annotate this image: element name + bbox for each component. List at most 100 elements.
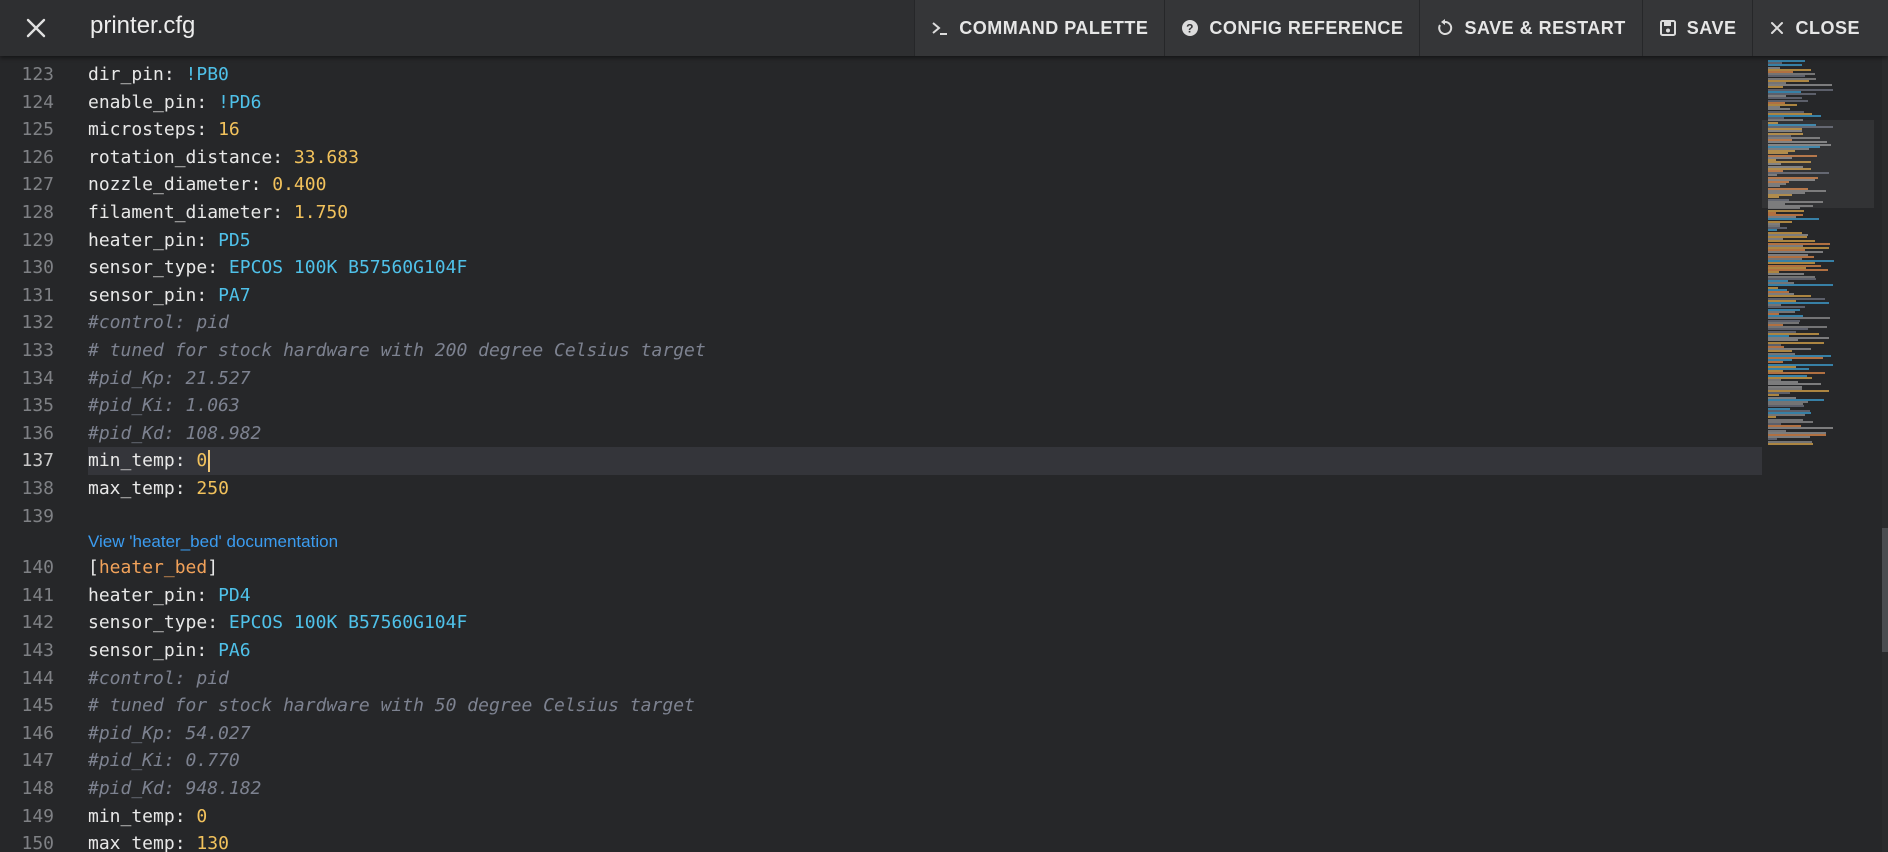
colon: :: [272, 146, 294, 168]
config-key: max_temp: [88, 478, 175, 499]
config-value: PD4: [218, 584, 251, 606]
code-line[interactable]: 146 #pid_Kp: 54.027: [0, 720, 1762, 748]
line-content: max_temp: 250: [88, 475, 1762, 503]
line-content: max_temp: 130: [88, 830, 1762, 852]
line-number: 137: [21, 450, 54, 472]
line-number: 146: [21, 722, 54, 744]
command-palette-label: COMMAND PALETTE: [959, 17, 1149, 38]
config-value: PA7: [218, 284, 251, 306]
config-reference-button[interactable]: ? CONFIG REFERENCE: [1164, 0, 1419, 56]
line-number: 139: [21, 505, 54, 527]
line-number: 141: [21, 584, 54, 606]
code-line[interactable]: 141 heater_pin: PD4: [0, 582, 1762, 610]
colon: :: [174, 478, 197, 499]
colon: :: [196, 640, 219, 661]
line-content: # tuned for stock hardware with 200 degr…: [88, 337, 1762, 365]
code-line[interactable]: 147 #pid_Ki: 0.770: [0, 747, 1762, 775]
line-content: #pid_Kp: 54.027: [88, 720, 1762, 748]
code-line[interactable]: 124 enable_pin: !PD6: [0, 89, 1762, 117]
code-line[interactable]: 135 #pid_Ki: 1.063: [0, 392, 1762, 420]
code-line[interactable]: 133 # tuned for stock hardware with 200 d…: [0, 337, 1762, 365]
line-content: sensor_type: EPCOS 100K B57560G104F: [88, 609, 1762, 637]
code-line[interactable]: 148 #pid_Kd: 948.182: [0, 775, 1762, 803]
minimap-viewport[interactable]: [1762, 120, 1874, 208]
save-label: SAVE: [1686, 17, 1737, 38]
config-key: microsteps: [88, 119, 197, 141]
colon: :: [207, 612, 229, 634]
line-number: 124: [21, 91, 54, 113]
code-line[interactable]: 139: [0, 503, 1762, 531]
comment-text: # tuned for stock hardware with 200 degr…: [88, 340, 706, 361]
code-line[interactable]: 144 #control: pid: [0, 665, 1762, 693]
comment-text: #pid_Kp: 21.527: [88, 367, 251, 389]
config-value: 130: [196, 833, 229, 852]
code-line[interactable]: 126 rotation_distance: 33.683: [0, 144, 1762, 172]
colon: :: [207, 257, 229, 279]
code-editor[interactable]: 123 dir_pin: !PB0 124 enable_pin: !PD6 125 mi…: [0, 56, 1762, 852]
editor-toolbar: printer.cfg COMMAND PALETTE ? CONFIG REF…: [0, 0, 1888, 56]
code-line[interactable]: 134 #pid_Kp: 21.527: [0, 365, 1762, 393]
colon: :: [272, 202, 294, 223]
config-value: 0.400: [272, 174, 327, 196]
colon: :: [196, 229, 219, 251]
line-number: 138: [21, 478, 54, 499]
code-line[interactable]: 138 max_temp: 250: [0, 475, 1762, 503]
code-line[interactable]: 131 sensor_pin: PA7: [0, 282, 1762, 310]
vertical-scrollbar[interactable]: [1882, 56, 1888, 852]
code-line[interactable]: 150 max_temp: 130: [0, 830, 1762, 852]
config-key: heater_pin: [88, 229, 197, 251]
code-line[interactable]: 128 filament_diameter: 1.750: [0, 199, 1762, 227]
line-number: 133: [21, 340, 54, 361]
save-button[interactable]: SAVE: [1641, 0, 1753, 56]
code-line[interactable]: 125 microsteps: 16: [0, 116, 1762, 144]
config-value: 250: [196, 478, 229, 499]
bracket: [: [88, 557, 99, 579]
comment-text: #pid_Kd: 108.982: [88, 422, 262, 444]
config-value: !PD6: [218, 91, 262, 113]
line-content: enable_pin: !PD6: [88, 89, 1762, 117]
code-line[interactable]: 143 sensor_pin: PA6: [0, 637, 1762, 665]
line-content: heater_pin: PD4: [88, 582, 1762, 610]
config-key: min_temp: [88, 805, 175, 827]
save-restart-button[interactable]: SAVE & RESTART: [1419, 0, 1641, 56]
config-key: nozzle_diameter: [88, 174, 251, 196]
colon: :: [174, 833, 197, 852]
line-number: 127: [21, 174, 54, 196]
code-line[interactable]: 123 dir_pin: !PB0: [0, 61, 1762, 89]
line-number: 145: [21, 695, 54, 717]
config-key: max_temp: [88, 833, 175, 852]
colon: :: [174, 805, 197, 827]
code-line[interactable]: 130 sensor_type: EPCOS 100K B57560G104F: [0, 254, 1762, 282]
code-line[interactable]: 129 heater_pin: PD5: [0, 227, 1762, 255]
colon: :: [174, 450, 197, 472]
close-editor-button[interactable]: [16, 8, 56, 48]
command-palette-button[interactable]: COMMAND PALETTE: [914, 0, 1164, 56]
config-key: heater_pin: [88, 584, 197, 606]
config-key: sensor_pin: [88, 284, 197, 306]
close-button[interactable]: CLOSE: [1752, 0, 1888, 56]
config-key: rotation_distance: [88, 146, 273, 168]
config-key: filament_diameter: [88, 202, 273, 223]
config-key: dir_pin: [88, 64, 164, 85]
code-line[interactable]: 136 #pid_Kd: 108.982: [0, 420, 1762, 448]
code-line[interactable]: 142 sensor_type: EPCOS 100K B57560G104F: [0, 609, 1762, 637]
scrollbar-thumb[interactable]: [1882, 528, 1888, 652]
code-line[interactable]: 140 [heater_bed]: [0, 554, 1762, 582]
close-label: CLOSE: [1795, 17, 1860, 38]
line-content: #pid_Kp: 21.527: [88, 365, 1762, 393]
line-content: sensor_pin: PA6: [88, 637, 1762, 665]
line-content: min_temp: 0: [88, 447, 1762, 475]
colon: :: [196, 584, 219, 606]
line-number: 130: [21, 257, 54, 279]
code-line[interactable]: 132 #control: pid: [0, 309, 1762, 337]
code-line[interactable]: 145 # tuned for stock hardware with 50 de…: [0, 692, 1762, 720]
line-number: 142: [21, 612, 54, 634]
code-line[interactable]: 149 min_temp: 0: [0, 803, 1762, 831]
code-line[interactable]: 127 nozzle_diameter: 0.400: [0, 171, 1762, 199]
line-number: 134: [21, 367, 54, 389]
code-line[interactable]: 137 min_temp: 0: [0, 447, 1762, 475]
line-content: filament_diameter: 1.750: [88, 199, 1762, 227]
minimap[interactable]: [1762, 56, 1874, 852]
line-number: 135: [21, 395, 54, 417]
heater-bed-documentation-link[interactable]: View 'heater_bed' documentation: [88, 532, 338, 552]
